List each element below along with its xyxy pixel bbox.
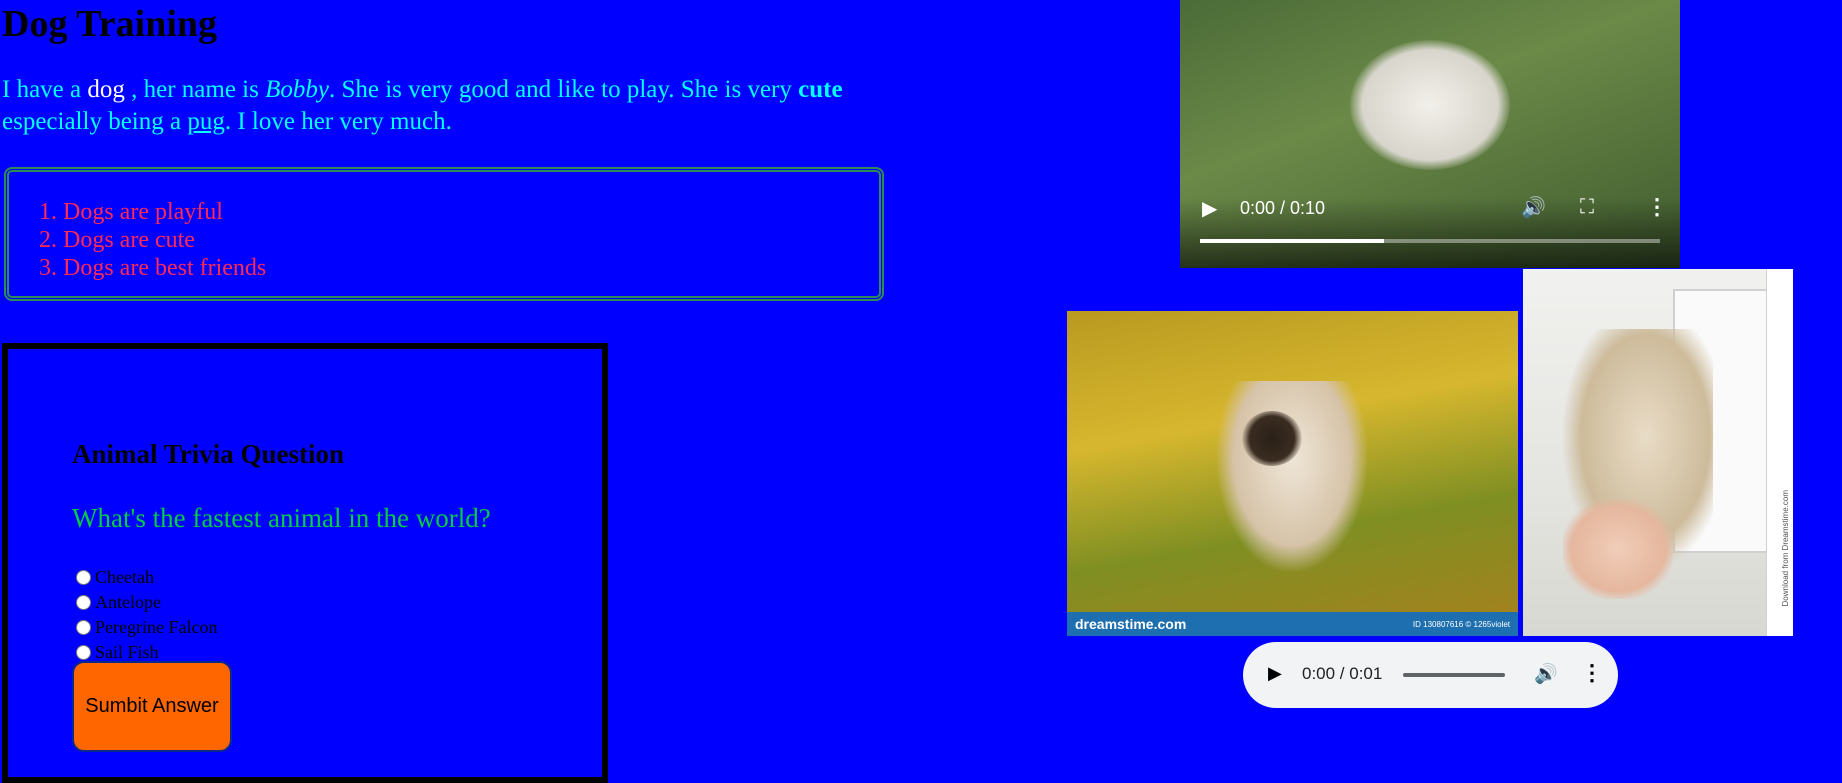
radio-peregrine-falcon[interactable]: [76, 620, 91, 635]
quiz-question: What's the fastest animal in the world?: [72, 503, 491, 533]
hand: [1563, 499, 1673, 599]
pug-body: [1217, 381, 1367, 571]
option-label: Sail Fish: [95, 642, 159, 662]
audio-progress-track[interactable]: [1403, 673, 1505, 677]
fullscreen-icon[interactable]: ⛶: [1580, 196, 1594, 219]
pug-high-five-photo: Download from Dreamstime.com: [1523, 269, 1793, 636]
video-player[interactable]: ▶ 0:00 / 0:10 🔊 ⛶ ⋮: [1180, 0, 1680, 268]
intro-text-1: I have a: [2, 76, 88, 103]
video-progress-track[interactable]: [1200, 239, 1660, 243]
video-time: 0:00 / 0:10: [1240, 198, 1326, 218]
radio-sail-fish[interactable]: [76, 645, 91, 660]
fact-item: Dogs are best friends: [63, 254, 879, 282]
video-progress-fill: [1200, 239, 1384, 243]
play-icon[interactable]: ▶: [1268, 663, 1282, 684]
image-id: ID 130807616 © 1265violet: [1412, 619, 1510, 629]
intro-text-5: . I love her very much.: [224, 108, 452, 135]
fact-item: Dogs are cute: [63, 226, 879, 254]
intro-name: Bobby: [265, 76, 329, 103]
pug-face: [1242, 411, 1302, 466]
quiz-box: Animal Trivia Question What's the fastes…: [2, 343, 608, 783]
quiz-option-antelope[interactable]: Antelope: [76, 590, 217, 615]
watermark-banner: dreamstime.com ID 130807616 © 1265violet: [1067, 612, 1518, 636]
dreamstime-logo: dreamstime.com: [1075, 616, 1187, 632]
quiz-option-peregrine-falcon[interactable]: Peregrine Falcon: [76, 615, 217, 640]
page-title: Dog Training: [2, 3, 218, 45]
watermark-strip: Download from Dreamstime.com: [1766, 269, 1793, 636]
video-frame-bunny: [1350, 40, 1510, 170]
intro-text-2: , her name is: [124, 76, 266, 103]
intro-dog-word: dog: [87, 76, 125, 103]
more-vert-icon[interactable]: ⋮: [1581, 660, 1603, 686]
intro-text-3: . She is very good and like to play. She…: [328, 76, 799, 103]
fact-item: Dogs are playful: [63, 198, 879, 226]
intro-cute: cute: [798, 76, 843, 103]
quiz-heading: Animal Trivia Question: [72, 439, 345, 469]
facts-list: Dogs are playful Dogs are cute Dogs are …: [9, 172, 879, 282]
submit-answer-button[interactable]: Sumbit Answer: [72, 661, 232, 752]
intro-paragraph: I have a dog , her name is Bobby. She is…: [2, 74, 882, 138]
watermark-text: Download from Dreamstime.com: [1781, 489, 1790, 606]
audio-player[interactable]: ▶ 0:00 / 0:01 🔊 ⋮: [1243, 642, 1618, 708]
audio-time: 0:00 / 0:01: [1302, 664, 1383, 683]
intro-breed: pug: [187, 108, 225, 135]
radio-cheetah[interactable]: [76, 570, 91, 585]
more-vert-icon[interactable]: ⋮: [1646, 194, 1668, 220]
option-label: Peregrine Falcon: [95, 617, 218, 637]
volume-icon[interactable]: 🔊: [1521, 195, 1546, 220]
quiz-options: Cheetah Antelope Peregrine Falcon Sail F…: [76, 565, 217, 665]
pug-running-photo: dreamstime.com ID 130807616 © 1265violet: [1067, 311, 1518, 636]
facts-box: Dogs are playful Dogs are cute Dogs are …: [4, 167, 884, 301]
option-label: Antelope: [95, 592, 161, 612]
quiz-option-cheetah[interactable]: Cheetah: [76, 565, 217, 590]
volume-icon[interactable]: 🔊: [1534, 662, 1558, 686]
radio-antelope[interactable]: [76, 595, 91, 610]
intro-text-4: especially being a: [2, 108, 188, 135]
option-label: Cheetah: [95, 567, 154, 587]
play-icon[interactable]: ▶: [1202, 196, 1217, 221]
